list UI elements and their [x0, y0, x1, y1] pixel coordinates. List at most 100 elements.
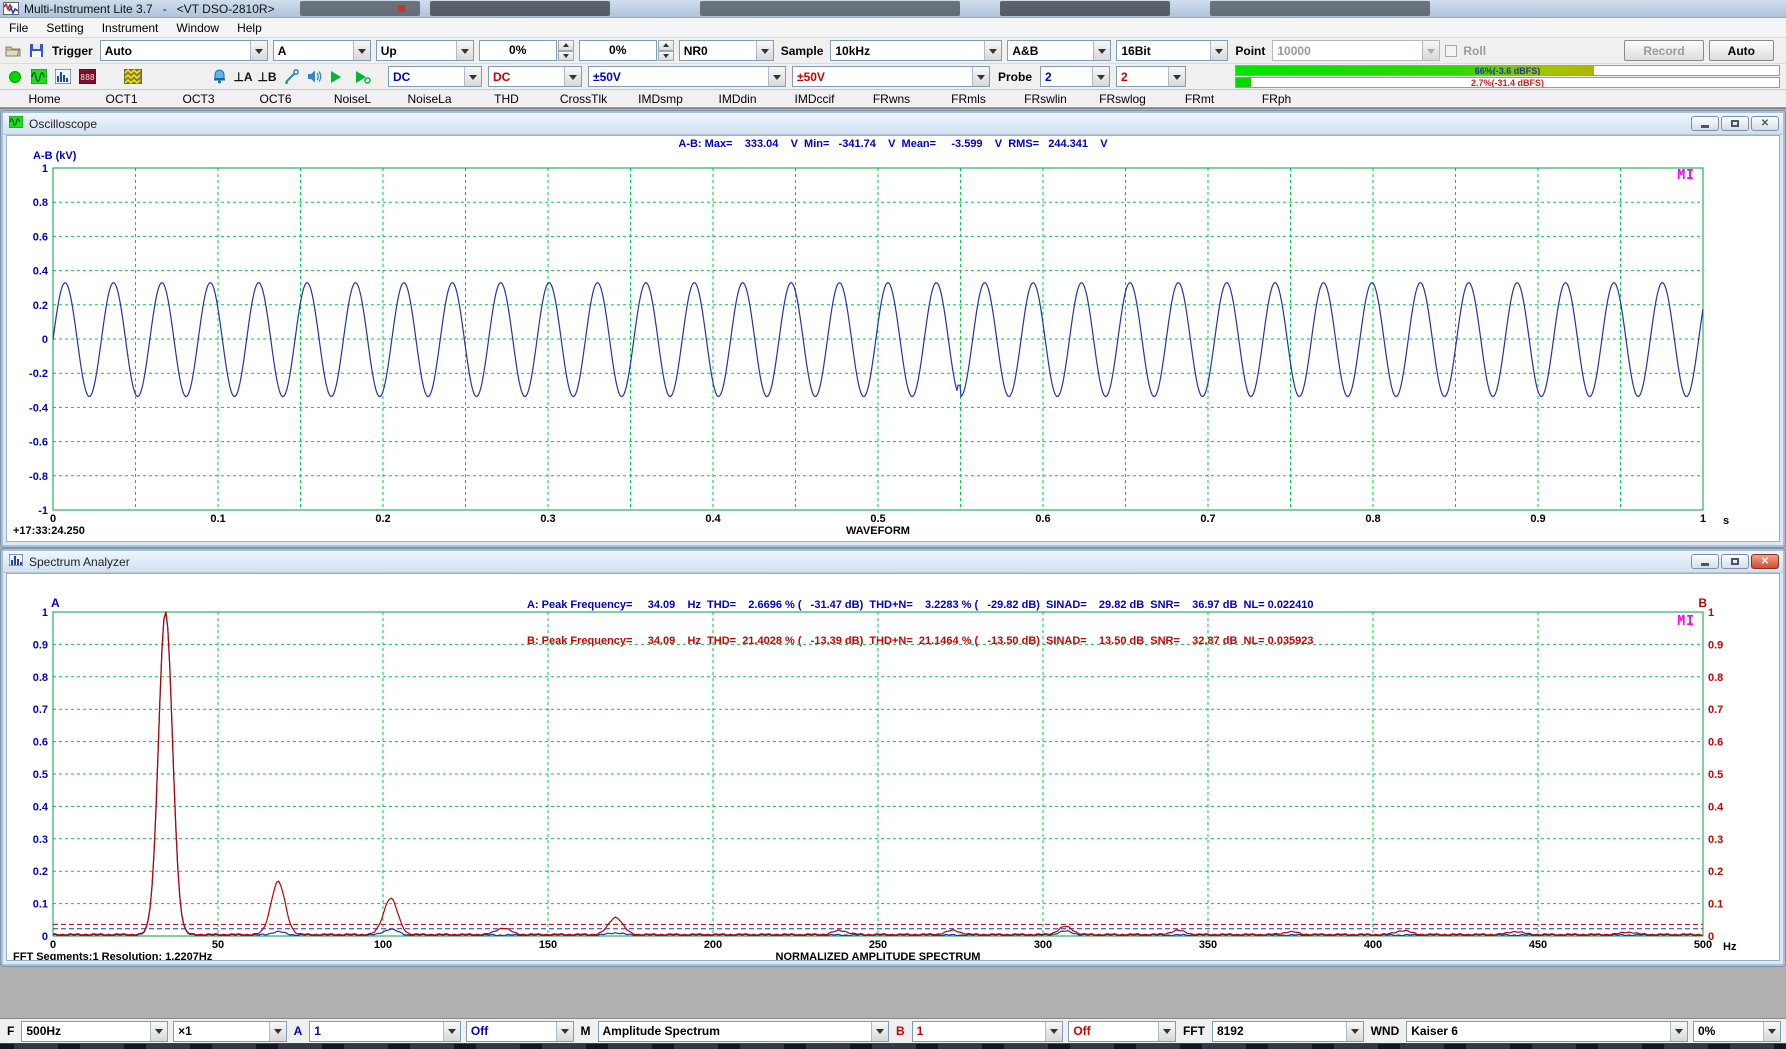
- dropdown-arrow-icon[interactable]: [464, 67, 481, 86]
- b-gain-select[interactable]: 1: [912, 1021, 1064, 1042]
- tab-home[interactable]: Home: [6, 92, 83, 106]
- coupling-a-select[interactable]: DC: [388, 66, 482, 87]
- trigger-source-select[interactable]: A: [273, 40, 371, 61]
- trigger-level-stepper[interactable]: 0%: [479, 40, 574, 61]
- tab-frswlog[interactable]: FRswlog: [1084, 92, 1161, 106]
- svg-text:NORMALIZED AMPLITUDE SPECTRUM: NORMALIZED AMPLITUDE SPECTRUM: [776, 951, 981, 961]
- range-b-select[interactable]: ±50V: [792, 66, 990, 87]
- dropdown-arrow-icon[interactable]: [1763, 1022, 1780, 1041]
- tab-frph[interactable]: FRph: [1238, 92, 1315, 106]
- dropdown-arrow-icon[interactable]: [1092, 67, 1109, 86]
- tab-oct3[interactable]: OCT3: [160, 92, 237, 106]
- dropdown-arrow-icon[interactable]: [768, 67, 785, 86]
- generator-frequency-select[interactable]: 500Hz: [21, 1021, 168, 1042]
- spin-down-icon[interactable]: [558, 51, 574, 62]
- spin-up-icon[interactable]: [658, 40, 674, 51]
- dropdown-arrow-icon[interactable]: [269, 1022, 286, 1041]
- dropdown-arrow-icon[interactable]: [150, 1022, 167, 1041]
- svg-text:0.8: 0.8: [33, 672, 48, 684]
- dropdown-arrow-icon[interactable]: [1210, 41, 1227, 60]
- tab-oct1[interactable]: OCT1: [83, 92, 160, 106]
- tab-imdsmp[interactable]: IMDsmp: [622, 92, 699, 106]
- trigger-marker-b-icon[interactable]: ⊥B: [258, 68, 276, 86]
- dropdown-arrow-icon[interactable]: [456, 41, 473, 60]
- close-icon[interactable]: ✕: [1751, 116, 1779, 131]
- a-mode-select[interactable]: Off: [466, 1021, 574, 1042]
- probe-a-select[interactable]: 2: [1040, 66, 1110, 87]
- menu-window[interactable]: Window: [167, 19, 228, 37]
- noise-rejection-select[interactable]: NR0: [679, 40, 774, 61]
- spin-up-icon[interactable]: [558, 40, 574, 51]
- tab-frswlin[interactable]: FRswlin: [1007, 92, 1084, 106]
- minimize-icon[interactable]: [1691, 554, 1719, 569]
- dropdown-arrow-icon[interactable]: [1045, 1022, 1062, 1041]
- auto-button[interactable]: Auto: [1709, 40, 1774, 61]
- spectrum-titlebar: Spectrum Analyzer ✕: [3, 551, 1783, 573]
- menu-file[interactable]: File: [0, 19, 37, 37]
- probe-calibration-icon[interactable]: [282, 68, 300, 86]
- minimize-icon[interactable]: [1691, 116, 1719, 131]
- trigger-mode-select[interactable]: Auto: [100, 40, 268, 61]
- view-mode-select[interactable]: Amplitude Spectrum: [598, 1021, 889, 1042]
- dropdown-arrow-icon[interactable]: [556, 1022, 573, 1041]
- window-function-select[interactable]: Kaiser 6: [1406, 1021, 1688, 1042]
- a-gain-select[interactable]: 1: [309, 1021, 461, 1042]
- dropdown-arrow-icon[interactable]: [984, 41, 1001, 60]
- speaker-icon[interactable]: [306, 68, 324, 86]
- signal-generator-icon[interactable]: [124, 68, 142, 86]
- dropdown-arrow-icon[interactable]: [1670, 1022, 1687, 1041]
- trigger-marker-a-icon[interactable]: ⊥A: [234, 68, 252, 86]
- trigger-edge-select[interactable]: Up: [376, 40, 474, 61]
- dropdown-arrow-icon[interactable]: [443, 1022, 460, 1041]
- dropdown-arrow-icon[interactable]: [1093, 41, 1110, 60]
- close-icon[interactable]: ✕: [1751, 554, 1779, 569]
- tab-frmt[interactable]: FRmt: [1161, 92, 1238, 106]
- save-icon[interactable]: [27, 42, 45, 60]
- restore-icon[interactable]: [1721, 116, 1749, 131]
- multimeter-icon[interactable]: 888: [78, 68, 96, 86]
- sample-rate-select[interactable]: 10kHz: [830, 40, 1002, 61]
- tab-frmls[interactable]: FRmls: [930, 92, 1007, 106]
- dropdown-arrow-icon[interactable]: [1158, 1022, 1175, 1041]
- calibration-bell-icon[interactable]: [210, 68, 228, 86]
- probe-b-select[interactable]: 2: [1116, 66, 1186, 87]
- restore-icon[interactable]: [1721, 554, 1749, 569]
- tab-oct6[interactable]: OCT6: [237, 92, 314, 106]
- frequency-multiplier-select[interactable]: ×1: [173, 1021, 286, 1042]
- run-single-icon[interactable]: [354, 68, 372, 86]
- dropdown-arrow-icon[interactable]: [972, 67, 989, 86]
- tab-crosstlk[interactable]: CrossTlk: [545, 92, 622, 106]
- overlap-select[interactable]: 0%: [1693, 1021, 1781, 1042]
- spectrum-analyzer-icon[interactable]: [54, 68, 72, 86]
- b-mode-select[interactable]: Off: [1068, 1021, 1176, 1042]
- oscilloscope-icon[interactable]: [30, 68, 48, 86]
- range-a-select[interactable]: ±50V: [588, 66, 786, 87]
- svg-text:+17:33:24.250: +17:33:24.250: [13, 525, 85, 537]
- dropdown-arrow-icon[interactable]: [250, 41, 267, 60]
- windows-taskbar[interactable]: [0, 1043, 1786, 1049]
- tab-noisela[interactable]: NoiseLa: [391, 92, 468, 106]
- open-file-icon[interactable]: [4, 42, 22, 60]
- dropdown-arrow-icon[interactable]: [353, 41, 370, 60]
- tab-noisel[interactable]: NoiseL: [314, 92, 391, 106]
- bit-depth-select[interactable]: 16Bit: [1116, 40, 1228, 61]
- dropdown-arrow-icon[interactable]: [871, 1022, 888, 1041]
- menu-help[interactable]: Help: [228, 19, 271, 37]
- tab-frwns[interactable]: FRwns: [853, 92, 930, 106]
- tab-thd[interactable]: THD: [468, 92, 545, 106]
- menu-setting[interactable]: Setting: [37, 19, 92, 37]
- channels-select[interactable]: A&B: [1007, 40, 1111, 61]
- dropdown-arrow-icon[interactable]: [564, 67, 581, 86]
- dropdown-arrow-icon[interactable]: [756, 41, 773, 60]
- fft-size-select[interactable]: 8192: [1212, 1021, 1364, 1042]
- trigger-delay-stepper[interactable]: 0%: [579, 40, 674, 61]
- spin-down-icon[interactable]: [658, 51, 674, 62]
- coupling-b-select[interactable]: DC: [488, 66, 582, 87]
- tab-imdccif[interactable]: IMDccif: [776, 92, 853, 106]
- tab-imddin[interactable]: IMDdin: [699, 92, 776, 106]
- menu-instrument[interactable]: Instrument: [93, 19, 168, 37]
- dropdown-arrow-icon[interactable]: [1168, 67, 1185, 86]
- run-icon[interactable]: [330, 68, 348, 86]
- dropdown-arrow-icon[interactable]: [1346, 1022, 1363, 1041]
- svg-text:400: 400: [1364, 939, 1382, 951]
